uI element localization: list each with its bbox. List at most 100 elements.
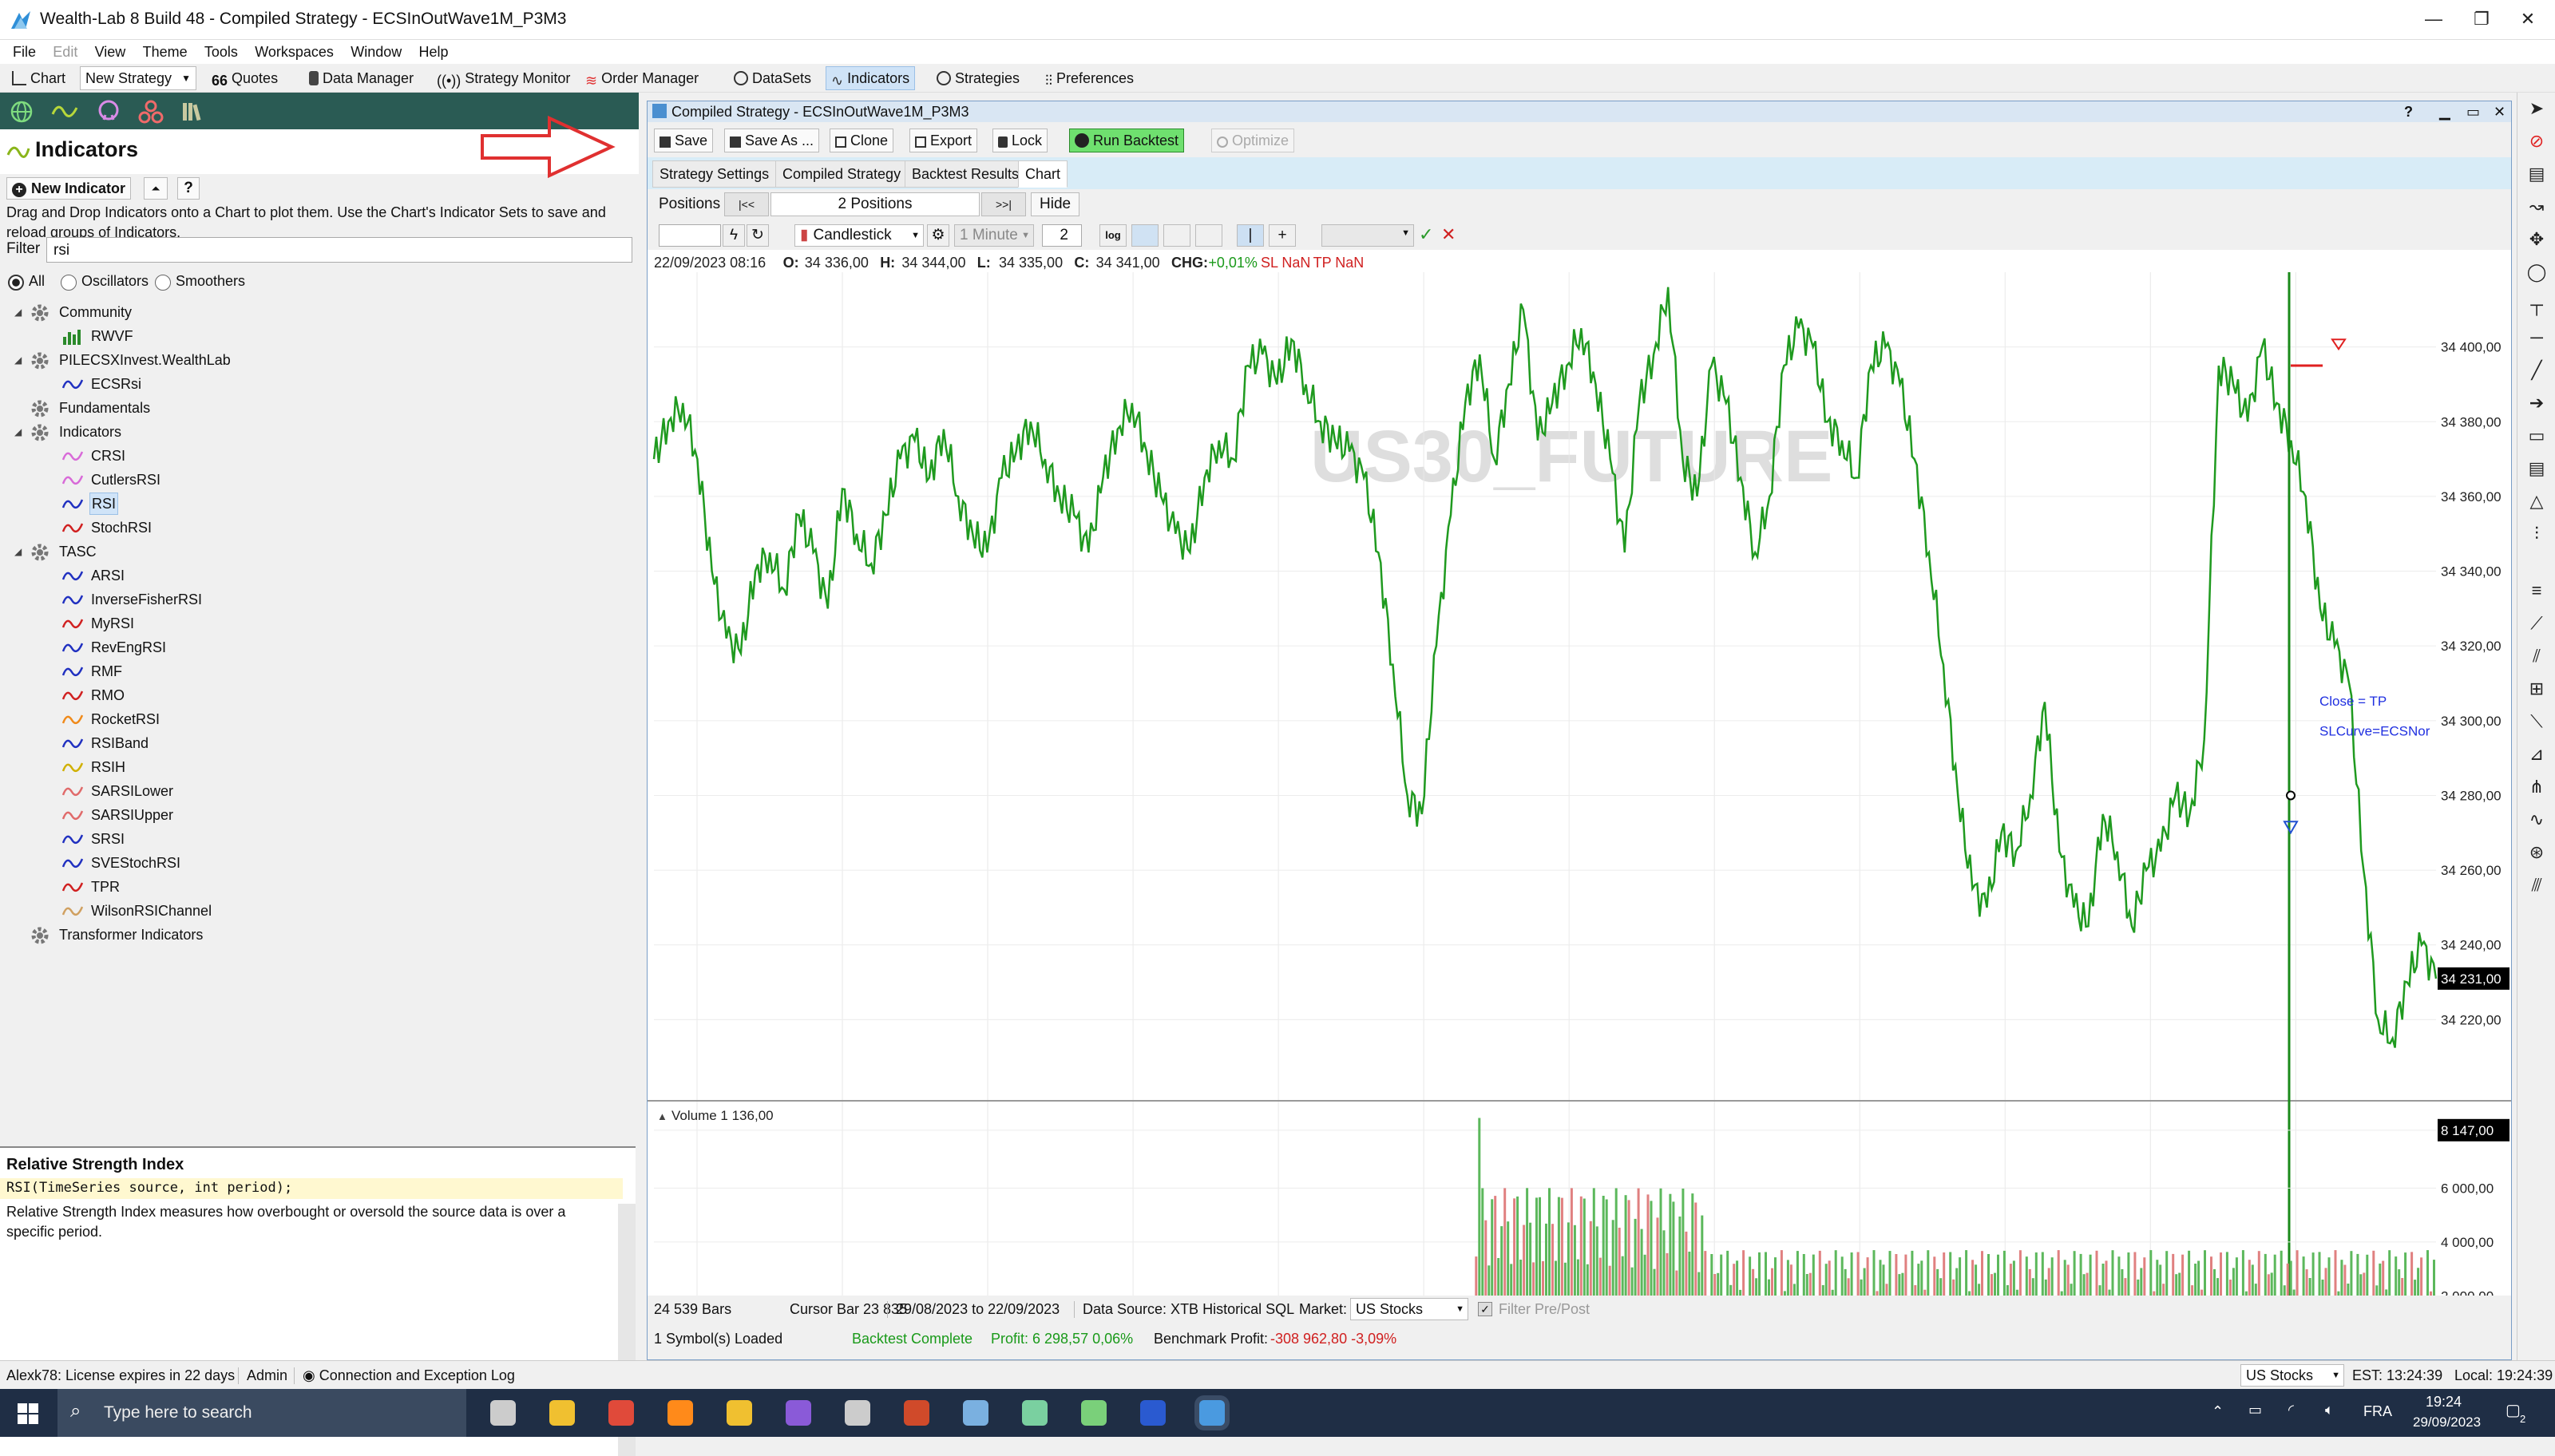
market-selector[interactable]: US Stocks ▼ (2240, 1364, 2344, 1387)
camera-icon[interactable] (1131, 224, 1159, 247)
indicators-button[interactable]: ∿ Indicators (826, 66, 916, 90)
tree-item-rmf[interactable]: RMF (0, 659, 631, 683)
powerpoint-icon[interactable] (904, 1400, 929, 1426)
notification-icon[interactable]: ▢ (2505, 1400, 2521, 1420)
tree-item-rocketrsi[interactable]: RocketRSI (0, 707, 631, 731)
crosshair-icon[interactable]: + (1269, 224, 1296, 247)
menu-help[interactable]: Help (419, 40, 449, 64)
lightning-icon[interactable]: ϟ (723, 224, 745, 247)
tree-item-sarsiupper[interactable]: SARSIUpper (0, 803, 631, 827)
help-icon[interactable]: ? (2404, 101, 2413, 122)
hline-icon[interactable]: ─ (2524, 325, 2549, 350)
help-button[interactable]: ? (177, 177, 200, 200)
firefox-icon[interactable] (667, 1400, 693, 1426)
datasets-button[interactable]: DataSets (728, 66, 817, 90)
tree-item-community[interactable]: ◢ Community (0, 300, 631, 324)
last-position-button[interactable]: >>| (981, 192, 1026, 216)
pitchfork-icon[interactable]: ⋔ (2524, 774, 2549, 800)
menu-window[interactable]: Window (351, 40, 402, 64)
taskbar-date[interactable]: 29/09/2023 (2413, 1414, 2481, 1430)
trendline-icon[interactable]: ╱ (2524, 358, 2549, 383)
symbol-input[interactable] (659, 224, 721, 247)
pane-icon[interactable] (1163, 224, 1190, 247)
rect-icon[interactable]: ▭ (2524, 423, 2549, 449)
save-as-button[interactable]: Save As ... (724, 129, 820, 152)
expand-icon[interactable]: ◢ (14, 348, 22, 372)
tree-item-rwvf[interactable]: RWVF (0, 324, 631, 348)
ellipse-icon[interactable]: ◯ (2524, 259, 2549, 285)
language-indicator[interactable]: FRA (2363, 1403, 2392, 1420)
settings-icon[interactable] (845, 1400, 870, 1426)
clone-button[interactable]: Clone (830, 129, 894, 152)
scale-count-input[interactable]: 2 (1042, 224, 1082, 247)
new-indicator-button[interactable]: + New Indicator (6, 177, 132, 200)
tab-strategy-settings[interactable]: Strategy Settings (652, 160, 777, 188)
tree-item-wilsonrsichannel[interactable]: WilsonRSIChannel (0, 899, 631, 923)
order-manager-button[interactable]: ≋ Order Manager (580, 66, 704, 90)
preferences-button[interactable]: ⫶⫶ Preferences (1040, 66, 1139, 90)
fan-icon[interactable]: ⟋ (2524, 611, 2549, 636)
tab-chart[interactable]: Chart (1018, 160, 1068, 188)
radio-oscillators[interactable] (61, 275, 77, 291)
gann-icon[interactable]: ⊞ (2524, 676, 2549, 702)
expand-icon[interactable]: ◢ (14, 300, 22, 324)
strategy-monitor-button[interactable]: ((•)) Strategy Monitor (431, 66, 576, 90)
word-icon[interactable] (1140, 1400, 1166, 1426)
wifi-icon[interactable]: ◜ (2288, 1402, 2294, 1418)
stop-icon[interactable]: ⊘ (2524, 129, 2549, 154)
channel-icon[interactable]: ⫽ (2524, 643, 2549, 669)
tree-item-indicators[interactable]: ◢ Indicators (0, 420, 631, 444)
arrow-icon[interactable]: ➔ (2524, 390, 2549, 416)
radio-smoothers[interactable] (155, 275, 171, 291)
route-icon[interactable]: ↝ (2524, 194, 2549, 220)
tree-item-transformer-indicators[interactable]: Transformer Indicators (0, 923, 631, 947)
optimize-button[interactable]: Optimize (1211, 129, 1295, 152)
tree-item-svestochrsi[interactable]: SVEStochRSI (0, 851, 631, 875)
xmind-icon[interactable] (1081, 1400, 1107, 1426)
menu-theme[interactable]: Theme (143, 40, 188, 64)
market-dropdown[interactable]: US Stocks ▼ (1350, 1298, 1468, 1320)
tree-item-myrsi[interactable]: MyRSI (0, 611, 631, 635)
split-pane-icon[interactable] (1195, 224, 1222, 247)
filter-checkbox[interactable]: ✓ (1478, 1302, 1492, 1316)
notepad-icon[interactable] (963, 1400, 988, 1426)
expand-icon[interactable]: ◢ (14, 540, 22, 564)
visual-studio-icon[interactable] (786, 1400, 811, 1426)
hide-button[interactable]: Hide (1031, 192, 1080, 216)
windows-start-icon[interactable] (18, 1403, 38, 1424)
tree-item-fundamentals[interactable]: Fundamentals (0, 396, 631, 420)
molecule-icon[interactable] (137, 99, 164, 125)
expand-icon[interactable]: ◢ (14, 420, 22, 444)
tree-item-crsi[interactable]: CRSI (0, 444, 631, 468)
menu-tools[interactable]: Tools (204, 40, 238, 64)
globe-icon[interactable] (10, 100, 34, 124)
tree-item-tasc[interactable]: ◢ TASC (0, 540, 631, 564)
tree-item-stochrsi[interactable]: StochRSI (0, 516, 631, 540)
paint-icon[interactable] (1022, 1400, 1048, 1426)
data-manager-button[interactable]: Data Manager (303, 66, 419, 90)
tree-item-revengrsi[interactable]: RevEngRSI (0, 635, 631, 659)
cursor-icon[interactable]: ➤ (2524, 96, 2549, 121)
crosshair-icon[interactable]: ✥ (2524, 227, 2549, 252)
brain-icon[interactable] (96, 99, 121, 125)
taskbar-search[interactable]: ⌕ Type here to search (57, 1389, 466, 1437)
new-strategy-dropdown[interactable]: New Strategy ▼ (80, 66, 196, 90)
first-position-button[interactable]: |<< (724, 192, 769, 216)
tab-compiled-strategy[interactable]: Compiled Strategy (775, 160, 909, 188)
tree-item-rsih[interactable]: RSIH (0, 755, 631, 779)
triangle-icon[interactable]: △ (2524, 489, 2549, 514)
speaker-icon[interactable]: 🔈︎ (2325, 1402, 2334, 1418)
wealthlab-icon[interactable] (1199, 1400, 1225, 1426)
tree-item-ecsrsi[interactable]: ECSRsi (0, 372, 631, 396)
maximize-icon[interactable]: ▭ (2466, 101, 2480, 122)
spiral-icon[interactable]: ⊛ (2524, 840, 2549, 865)
tree-item-arsi[interactable]: ARSI (0, 564, 631, 588)
tree-item-inversefisherrsi[interactable]: InverseFisherRSI (0, 588, 631, 611)
drawing-dropdown[interactable]: ▼ (1321, 224, 1414, 247)
quotes-button[interactable]: 66 Quotes (206, 66, 283, 90)
briefcase-icon[interactable]: ▤ (2524, 161, 2549, 187)
connection-log-link[interactable]: ◉ Connection and Exception Log (294, 1367, 515, 1384)
note-icon[interactable]: ▤ (2524, 456, 2549, 481)
tree-item-rsiband[interactable]: RSIBand (0, 731, 631, 755)
menu-workspaces[interactable]: Workspaces (255, 40, 334, 64)
